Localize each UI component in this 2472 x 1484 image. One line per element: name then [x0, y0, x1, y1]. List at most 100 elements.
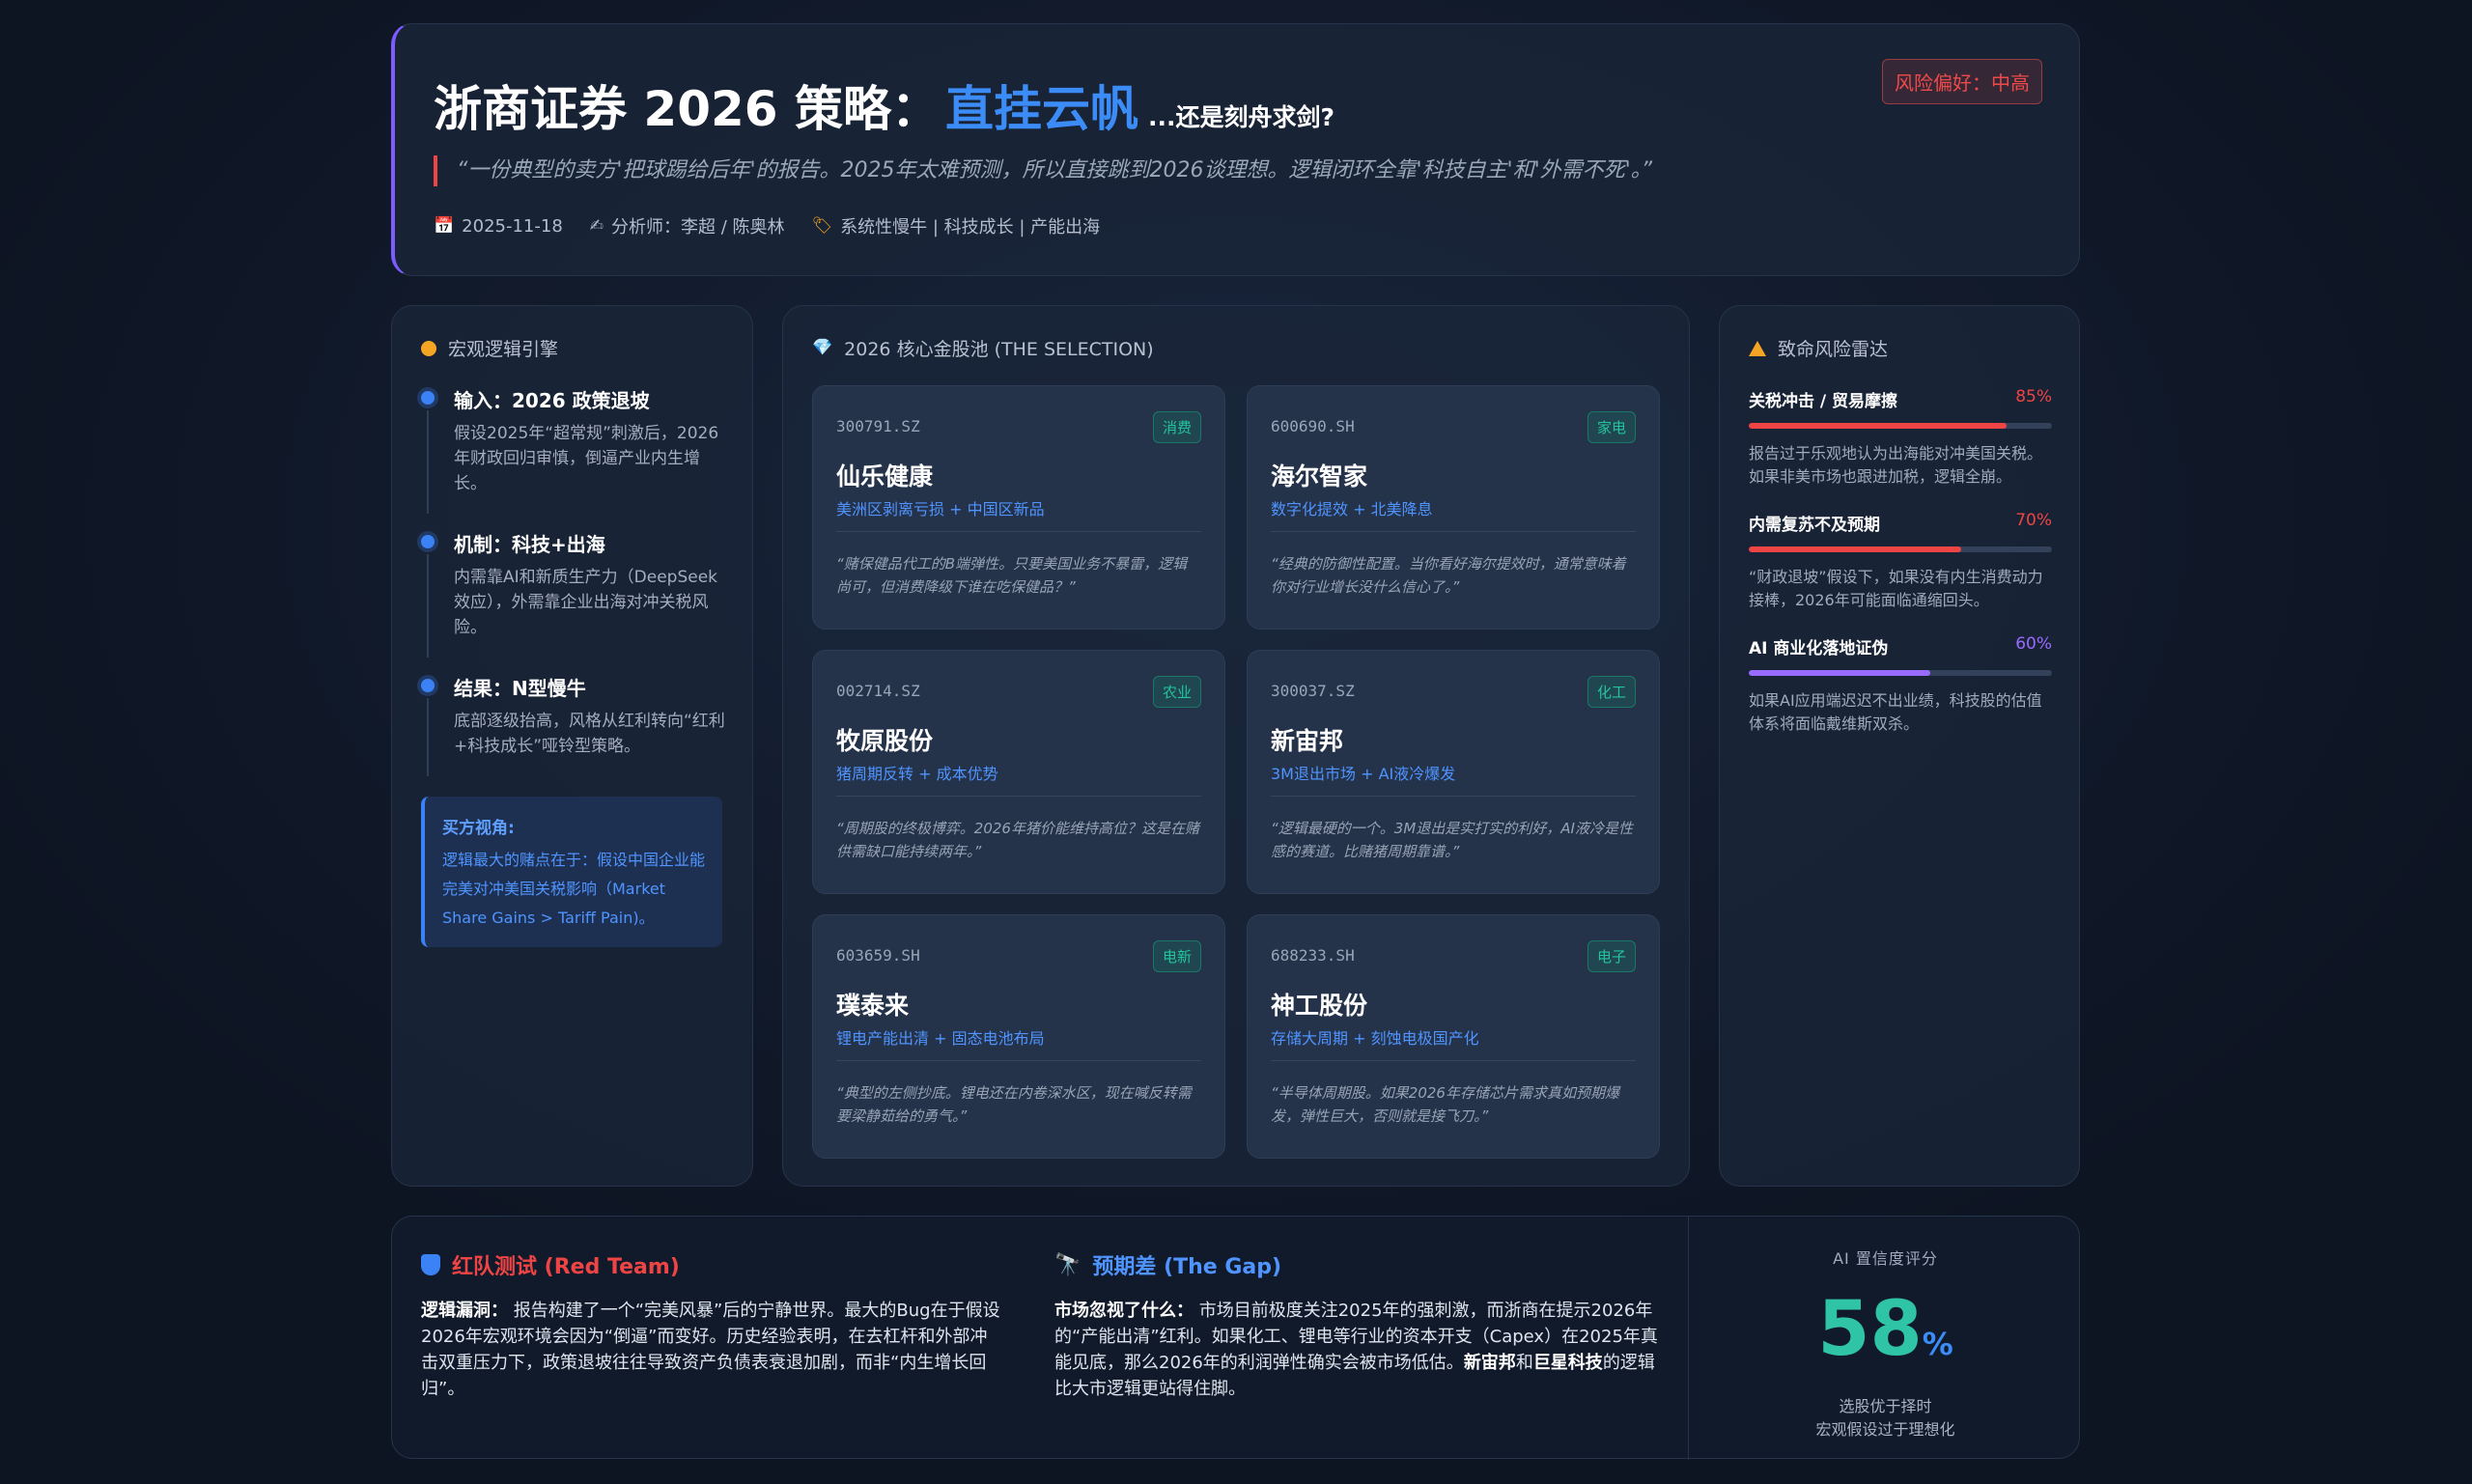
writing-hand-icon: ✍ — [589, 215, 604, 236]
step-title: 机制：科技+出海 — [454, 533, 605, 556]
stock-card[interactable]: 300037.SZ 化工 新宙邦 3M退出市场 + AI液冷爆发 “逻辑最硬的一… — [1247, 650, 1660, 894]
score-label: AI 置信度评分 — [1833, 1249, 1938, 1268]
stock-theme: 存储大周期 + 刻蚀电极国产化 — [1271, 1029, 1479, 1048]
macro-logic-panel: 宏观逻辑引擎 输入：2026 政策退坡 假设2025年“超常规”刺激后，2026… — [391, 305, 753, 1187]
risk-item: 关税冲击 / 贸易摩擦 85% 报告过于乐观地认为出海能对冲美国关税。如果非美市… — [1749, 387, 2052, 489]
divider — [836, 796, 1201, 797]
divider — [1271, 531, 1636, 532]
summary-quote: “一份典型的卖方'把球踢给后年'的报告。2025年太难预测，所以直接跳到2026… — [434, 155, 1652, 186]
timeline-connector — [427, 698, 429, 776]
step-desc: 内需靠AI和新质生产力（DeepSeek效应），外需靠企业出海对冲关税风险。 — [454, 568, 717, 637]
red-team-text: 逻辑漏洞： 报告构建了一个“完美风暴”后的宁静世界。最大的Bug在于假设2026… — [421, 1298, 1000, 1402]
analysts-text: 分析师：李超 / 陈奥林 — [611, 217, 785, 238]
score-desc-1: 选股优于择时 — [1839, 1397, 1932, 1415]
risk-percent: 85% — [2015, 387, 2052, 406]
risk-desc: 报告过于乐观地认为出海能对冲美国关税。如果非美市场也跟进加税，逻辑全崩。 — [1749, 444, 2043, 486]
report-meta: 📅 2025-11-18 ✍ 分析师：李超 / 陈奥林 🏷 系统性慢牛 | 科技… — [434, 213, 1100, 238]
analysis-footer: 红队测试 (Red Team) 逻辑漏洞： 报告构建了一个“完美风暴”后的宁静世… — [391, 1216, 2080, 1460]
risk-name: 内需复苏不及预期 — [1749, 516, 1880, 535]
stock-name: 神工股份 — [1271, 992, 1368, 1020]
risk-bar-fill — [1749, 423, 2007, 429]
timeline-dot-icon — [421, 535, 435, 548]
divider — [1271, 1060, 1636, 1061]
sector-tag: 电新 — [1152, 940, 1201, 972]
risk-title-text: 致命风险雷达 — [1778, 339, 1889, 360]
gem-icon: 💎 — [812, 338, 833, 357]
stock-code: 600690.SH — [1271, 417, 1355, 435]
macro-panel-title: 宏观逻辑引擎 — [421, 335, 558, 361]
orange-dot-icon — [421, 340, 436, 356]
score-desc-2: 宏观假设过于理想化 — [1815, 1420, 1955, 1439]
timeline-step: 结果：N型慢牛 底部逐级抬高，风格从红利转向“红利+科技成长”哑铃型策略。 — [421, 673, 730, 776]
red-team-section: 红队测试 (Red Team) 逻辑漏洞： 报告构建了一个“完美风暴”后的宁静世… — [421, 1249, 1000, 1402]
stock-comment: “典型的左侧抄底。锂电还在内卷深水区，现在喊反转需要梁静茹给的勇气。” — [836, 1084, 1192, 1125]
timeline-step: 机制：科技+出海 内需靠AI和新质生产力（DeepSeek效应），外需靠企业出海… — [421, 529, 730, 658]
risk-bar-fill — [1749, 670, 1931, 676]
stock-theme: 3M退出市场 + AI液冷爆发 — [1271, 765, 1456, 783]
title-subtitle: ...还是刻舟求剑? — [1147, 103, 1334, 131]
gap-highlight-1: 新宙邦 — [1463, 1353, 1516, 1373]
buyer-view-callout: 买方视角: 逻辑最大的赌点在于：假设中国企业能完美对冲美国关税影响（Market… — [421, 797, 722, 947]
risk-bar — [1749, 546, 2052, 552]
pool-panel-title: 💎 2026 核心金股池 (THE SELECTION) — [812, 335, 1154, 361]
risk-item: 内需复苏不及预期 70% “财政退坡”假设下，如果没有内生消费动力接棒，2026… — [1749, 511, 2052, 612]
risk-desc: “财政退坡”假设下，如果没有内生消费动力接棒，2026年可能面临通缩回头。 — [1749, 568, 2043, 609]
stock-name: 璞泰来 — [836, 992, 910, 1020]
step-title: 结果：N型慢牛 — [454, 677, 586, 700]
gap-section: 🔭 预期差 (The Gap) 市场忽视了什么： 市场目前极度关注2025年的强… — [1054, 1249, 1663, 1402]
stock-comment: “周期股的终极博弈。2026年猪价能维持高位？这是在赌供需缺口能持续两年。” — [836, 820, 1199, 860]
gap-connector: 和 — [1515, 1353, 1533, 1373]
timeline-dot-icon — [421, 391, 435, 405]
warning-icon — [1749, 340, 1766, 356]
gap-text: 市场忽视了什么： 市场目前极度关注2025年的强刺激，而浙商在提示2026年的“… — [1054, 1298, 1663, 1402]
gap-lead: 市场忽视了什么： — [1054, 1301, 1194, 1321]
divider — [836, 531, 1201, 532]
telescope-icon: 🔭 — [1054, 1252, 1082, 1277]
red-team-title: 红队测试 (Red Team) — [452, 1255, 680, 1279]
shield-icon — [421, 1254, 440, 1275]
risk-name: 关税冲击 / 贸易摩擦 — [1749, 392, 1898, 411]
divider — [1271, 796, 1636, 797]
divider — [836, 1060, 1201, 1061]
sector-tag: 化工 — [1587, 676, 1636, 708]
stock-comment: “赌保健品代工的B端弹性。只要美国业务不暴雷，逻辑尚可，但消费降级下谁在吃保健品… — [836, 555, 1188, 596]
stock-theme: 猪周期反转 + 成本优势 — [836, 765, 998, 783]
stock-code: 603659.SH — [836, 946, 920, 965]
stock-card[interactable]: 002714.SZ 农业 牧原股份 猪周期反转 + 成本优势 “周期股的终极博弈… — [812, 650, 1225, 894]
timeline-dot-icon — [421, 679, 435, 692]
stock-comment: “经典的防御性配置。当你看好海尔提效时，通常意味着你对行业增长没什么信心了。” — [1271, 555, 1626, 596]
stock-code: 688233.SH — [1271, 946, 1355, 965]
stock-theme: 美洲区剥离亏损 + 中国区新品 — [836, 500, 1045, 518]
macro-timeline: 输入：2026 政策退坡 假设2025年“超常规”刺激后，2026年财政回归审慎… — [421, 385, 730, 792]
red-team-body: 报告构建了一个“完美风暴”后的宁静世界。最大的Bug在于假设2026年宏观环境会… — [421, 1301, 1000, 1399]
macro-title-text: 宏观逻辑引擎 — [448, 339, 559, 360]
risk-panel-title: 致命风险雷达 — [1749, 335, 1888, 361]
stock-theme: 锂电产能出清 + 固态电池布局 — [836, 1029, 1045, 1048]
stock-code: 300791.SZ — [836, 417, 920, 435]
stock-name: 牧原股份 — [836, 727, 934, 755]
timeline-connector — [427, 554, 429, 658]
step-desc: 假设2025年“超常规”刺激后，2026年财政回归审慎，倒逼产业内生增长。 — [454, 424, 719, 493]
step-title: 输入：2026 政策退坡 — [454, 389, 650, 412]
stock-card[interactable]: 600690.SH 家电 海尔智家 数字化提效 + 北美降息 “经典的防御性配置… — [1247, 385, 1660, 630]
score-value: 58 — [1817, 1286, 1923, 1373]
timeline-connector — [427, 410, 429, 514]
red-team-lead: 逻辑漏洞： — [421, 1301, 508, 1321]
risk-percent: 60% — [2015, 634, 2052, 654]
stock-card[interactable]: 688233.SH 电子 神工股份 存储大周期 + 刻蚀电极国产化 “半导体周期… — [1247, 914, 1660, 1159]
stock-card[interactable]: 300791.SZ 消费 仙乐健康 美洲区剥离亏损 + 中国区新品 “赌保健品代… — [812, 385, 1225, 630]
stock-name: 海尔智家 — [1271, 462, 1368, 490]
score-unit: % — [1922, 1326, 1953, 1362]
tags-text: 系统性慢牛 | 科技成长 | 产能出海 — [840, 217, 1101, 238]
title-main: 浙商证券 2026 策略： — [434, 81, 940, 137]
sector-tag: 消费 — [1152, 411, 1201, 443]
stock-comment: “半导体周期股。如果2026年存储芯片需求真如预期爆发，弹性巨大，否则就是接飞刀… — [1271, 1084, 1619, 1125]
buyer-view-text: 逻辑最大的赌点在于：假设中国企业能完美对冲美国关税影响（Market Share… — [442, 851, 706, 927]
stock-code: 300037.SZ — [1271, 682, 1355, 700]
sector-tag: 农业 — [1152, 676, 1201, 708]
stock-code: 002714.SZ — [836, 682, 920, 700]
stock-card[interactable]: 603659.SH 电新 璞泰来 锂电产能出清 + 固态电池布局 “典型的左侧抄… — [812, 914, 1225, 1159]
gap-highlight-2: 巨星科技 — [1532, 1353, 1603, 1373]
date-text: 2025-11-18 — [462, 215, 563, 237]
risk-name: AI 商业化落地证伪 — [1749, 639, 1889, 658]
